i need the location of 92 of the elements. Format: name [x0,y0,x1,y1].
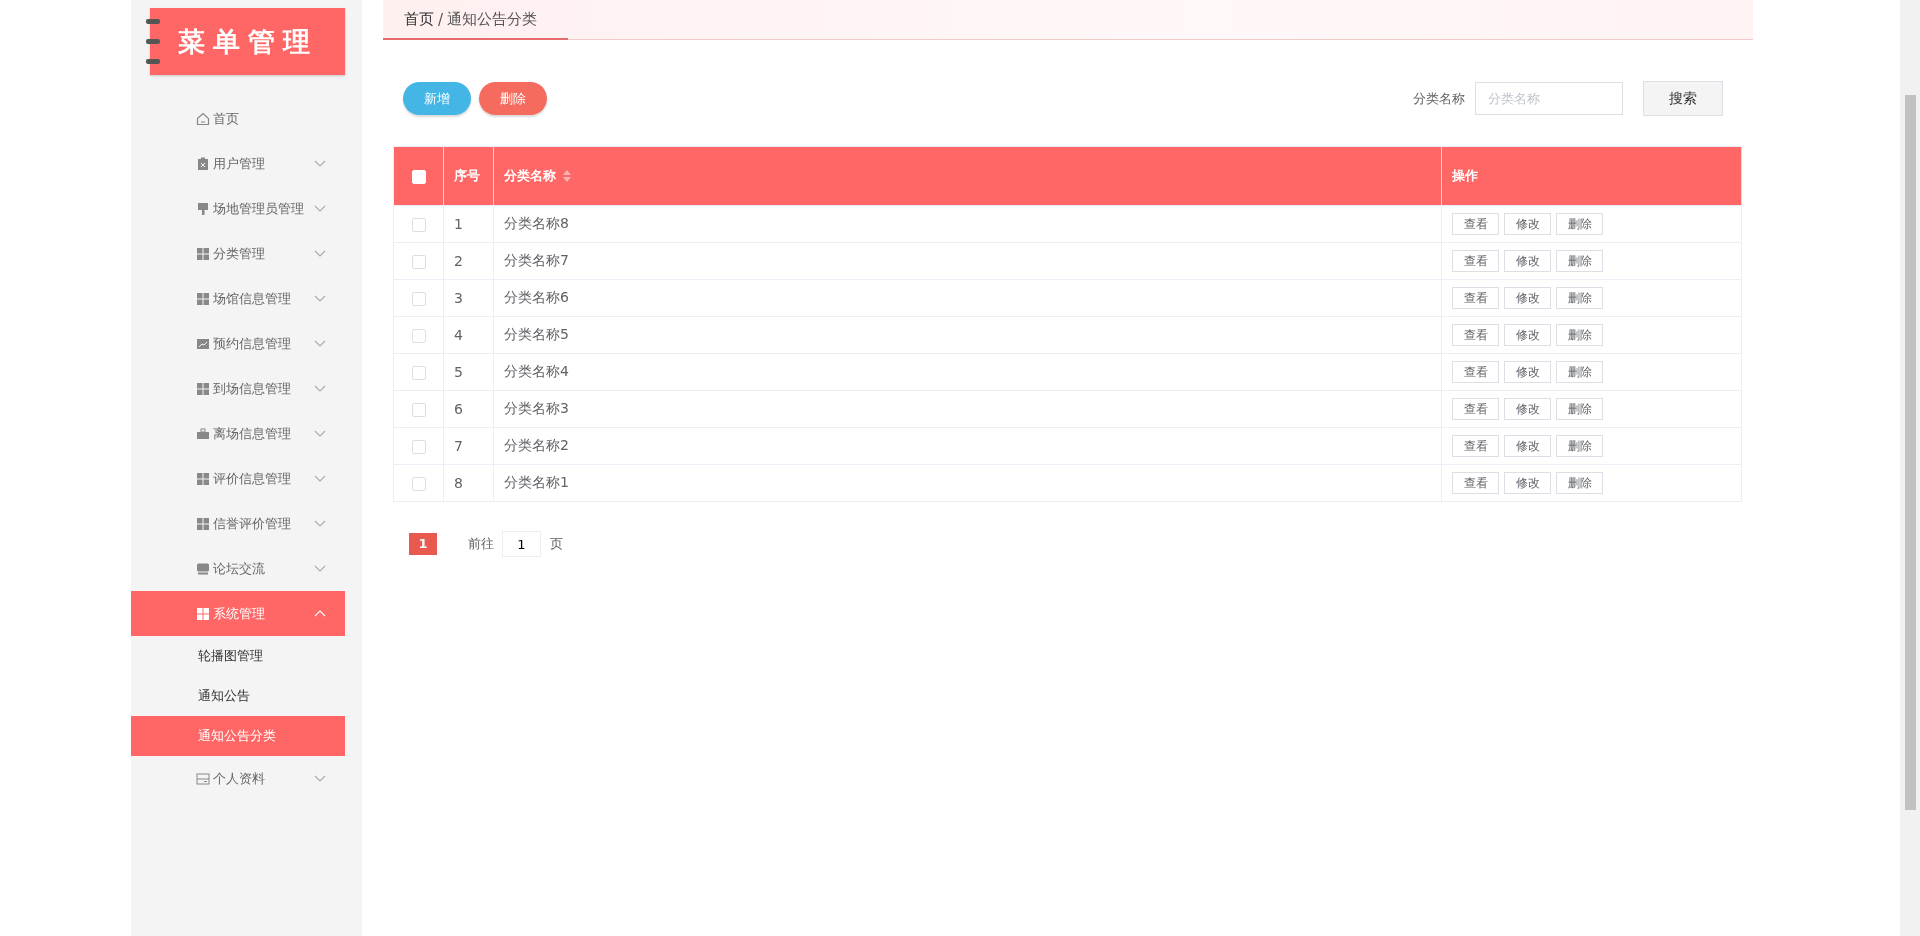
search-field[interactable]: 分类名称 [1475,82,1623,115]
action-button[interactable]: 删除 [1556,287,1603,309]
table-cell: 分类名称4 [504,363,569,379]
row-checkbox[interactable] [411,403,426,417]
menu-item[interactable]: 场地管理员管理 [131,186,345,231]
brush-icon [196,201,210,216]
action-button[interactable]: 查看 [1452,213,1499,235]
action-button[interactable]: 修改 [1504,361,1551,383]
breadcrumb-link[interactable]: 首页 [404,10,434,29]
row-checkbox[interactable] [411,292,426,306]
action-button[interactable]: 删除 [1556,398,1603,420]
briefcase-icon [196,426,210,441]
table-cell: 分类名称5 [504,326,569,342]
action-button[interactable]: 修改 [1504,398,1551,420]
action-button[interactable]: 修改 [1504,250,1551,272]
action-button[interactable]: 查看 [1452,472,1499,494]
menu-item[interactable]: 预约信息管理 [131,321,345,366]
column-header: 序号 [454,168,480,183]
binder-rings-icon [146,16,160,66]
action-button[interactable]: 查看 [1452,250,1499,272]
action-button[interactable]: 查看 [1452,398,1499,420]
row-checkbox[interactable] [411,329,426,343]
select-all-checkbox[interactable] [411,169,426,184]
table-cell: 3 [454,290,463,306]
table-cell: 4 [454,327,463,343]
table-cell: 分类名称2 [504,437,569,453]
action-button[interactable]: 修改 [1504,435,1551,457]
page-suffix: 页 [550,535,563,553]
menu-item[interactable]: 离场信息管理 [131,411,345,456]
action-button[interactable]: 删除 [1556,361,1603,383]
row-checkbox[interactable] [411,218,426,232]
monitor-icon [196,561,210,576]
submenu-item[interactable]: 轮播图管理 [131,636,345,676]
scrollbar[interactable] [1900,0,1920,936]
goto-label: 前往 [468,535,494,553]
menu-item[interactable]: 信誉评价管理 [131,501,345,546]
submenu-item[interactable]: 通知公告 [131,676,345,716]
action-button[interactable]: 查看 [1452,361,1499,383]
menu-item[interactable]: 个人资料 [131,756,345,801]
action-button[interactable]: 删除 [1556,213,1603,235]
table-cell: 1 [454,216,463,232]
table-cell: 6 [454,401,463,417]
logo-title: 菜单管理 [177,24,318,59]
grid-icon [196,606,210,621]
breadcrumb-separator: / [438,10,444,29]
grid-icon [196,291,210,306]
table-cell: 5 [454,364,463,380]
menu-item[interactable]: 场馆信息管理 [131,276,345,321]
scrollbar-thumb[interactable] [1905,95,1916,810]
menu-item[interactable]: 论坛交流 [131,546,345,591]
grid-icon [196,246,210,261]
table-cell: 2 [454,253,463,269]
action-button[interactable]: 查看 [1452,287,1499,309]
menu-item[interactable]: 首页 [131,96,345,141]
home-icon [196,111,210,126]
menu-item[interactable]: 用户管理 [131,141,345,186]
action-button[interactable]: 修改 [1504,324,1551,346]
action-button[interactable]: 修改 [1504,213,1551,235]
table-cell: 分类名称8 [504,215,569,231]
menu-item[interactable]: 到场信息管理 [131,366,345,411]
sort-icon[interactable] [563,170,571,182]
table-cell: 7 [454,438,463,454]
column-header: 操作 [1452,168,1478,183]
card-icon [196,771,210,786]
search-button[interactable]: 搜索 [1643,81,1723,116]
table-cell: 分类名称6 [504,289,569,305]
row-checkbox[interactable] [411,255,426,269]
action-button[interactable]: 查看 [1452,435,1499,457]
page-input[interactable]: 1 [502,531,541,557]
action-button[interactable]: 删除 [1556,435,1603,457]
grid-icon [196,381,210,396]
table-cell: 分类名称7 [504,252,569,268]
action-button[interactable]: 删除 [1556,324,1603,346]
action-button[interactable]: 删除 [1556,250,1603,272]
table-cell: 分类名称3 [504,400,569,416]
grid-icon [196,471,210,486]
row-checkbox[interactable] [411,440,426,454]
action-button[interactable]: 修改 [1504,472,1551,494]
search-label: 分类名称 [1413,89,1465,108]
table-cell: 8 [454,475,463,491]
grid-icon [196,516,210,531]
action-button[interactable]: 查看 [1452,324,1499,346]
action-button[interactable]: 删除 [1556,472,1603,494]
menu-item[interactable]: 评价信息管理 [131,456,345,501]
menu-item[interactable]: 分类管理 [131,231,345,276]
clipboard-icon [196,156,210,171]
page-number[interactable]: 1 [409,533,437,555]
row-checkbox[interactable] [411,366,426,380]
row-checkbox[interactable] [411,477,426,491]
table-cell: 分类名称1 [504,474,569,490]
chart-icon [196,336,210,351]
action-button[interactable]: 修改 [1504,287,1551,309]
